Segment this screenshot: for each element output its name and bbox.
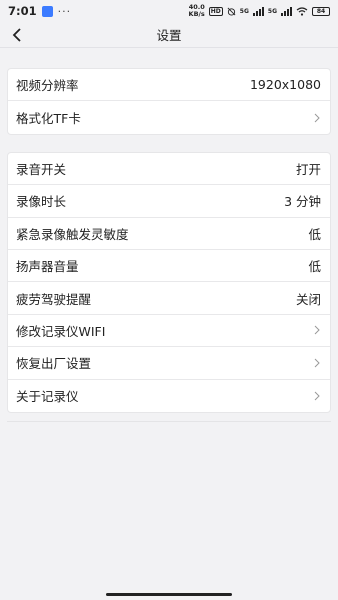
status-bar: 7:01 ··· 40.0 KB/s HD 5G 5G 84: [0, 0, 338, 22]
setting-label: 视频分辨率: [16, 78, 79, 94]
signal-1-label: 5G: [239, 7, 249, 15]
setting-label: 格式化TF卡: [16, 111, 81, 127]
status-right: 40.0 KB/s HD 5G 5G 84: [189, 4, 330, 18]
setting-value: 3 分钟: [284, 194, 321, 210]
setting-row-factory-reset[interactable]: 恢复出厂设置: [8, 347, 330, 380]
chevron-left-icon: [12, 28, 21, 42]
setting-value: 低: [308, 259, 321, 275]
setting-row-fatigue-reminder[interactable]: 疲劳驾驶提醒 关闭: [8, 282, 330, 315]
signal-2-label: 5G: [267, 7, 277, 15]
status-left: 7:01 ···: [8, 4, 71, 18]
setting-row-audio-recording[interactable]: 录音开关 打开: [8, 153, 330, 186]
net-speed: 40.0 KB/s: [189, 4, 205, 18]
divider: [7, 421, 331, 422]
setting-value: 1920x1080: [249, 77, 321, 93]
setting-value: 打开: [295, 161, 321, 177]
signal-1-icon: [252, 6, 264, 16]
setting-label: 录像时长: [16, 194, 67, 210]
setting-label: 扬声器音量: [16, 259, 79, 275]
chevron-right-icon: [313, 390, 321, 402]
setting-label: 关于记录仪: [16, 389, 79, 405]
app-notification-icon: [41, 5, 53, 17]
settings-group-2: 录音开关 打开 录像时长 3 分钟 紧急录像触发灵敏度 低 扬声器音量 低 疲劳…: [7, 151, 331, 413]
setting-row-modify-wifi[interactable]: 修改记录仪WIFI: [8, 315, 330, 348]
setting-row-emergency-sensitivity[interactable]: 紧急录像触发灵敏度 低: [8, 218, 330, 250]
hd-icon: HD: [208, 6, 223, 16]
setting-label: 恢复出厂设置: [16, 356, 92, 372]
setting-label: 录音开关: [16, 161, 67, 177]
settings-group-1: 视频分辨率 1920x1080 格式化TF卡: [7, 68, 331, 135]
setting-label: 修改记录仪WIFI: [16, 323, 106, 339]
setting-row-speaker-volume[interactable]: 扬声器音量 低: [8, 250, 330, 283]
setting-row-video-resolution[interactable]: 视频分辨率 1920x1080: [8, 69, 330, 102]
net-speed-unit: KB/s: [188, 10, 205, 18]
setting-label: 紧急录像触发灵敏度: [16, 226, 129, 242]
alarm-off-icon: [227, 7, 236, 16]
setting-row-about-recorder[interactable]: 关于记录仪: [8, 380, 330, 412]
battery-icon: 84: [312, 6, 330, 16]
page-title: 设置: [156, 28, 182, 43]
setting-value: 低: [308, 226, 321, 242]
chevron-right-icon: [313, 357, 321, 369]
status-time: 7:01: [8, 4, 37, 18]
setting-row-recording-duration[interactable]: 录像时长 3 分钟: [8, 185, 330, 218]
chevron-right-icon: [313, 112, 321, 124]
more-notifications-icon: ···: [57, 4, 72, 18]
chevron-right-icon: [313, 324, 321, 336]
setting-row-format-tf-card[interactable]: 格式化TF卡: [8, 101, 330, 133]
home-indicator[interactable]: [106, 593, 232, 596]
wifi-icon: [296, 6, 308, 16]
back-button[interactable]: [8, 26, 26, 44]
nav-bar: 设置: [0, 22, 338, 48]
signal-2-icon: [281, 6, 292, 16]
setting-label: 疲劳驾驶提醒: [16, 291, 92, 307]
setting-value: 关闭: [295, 291, 321, 307]
